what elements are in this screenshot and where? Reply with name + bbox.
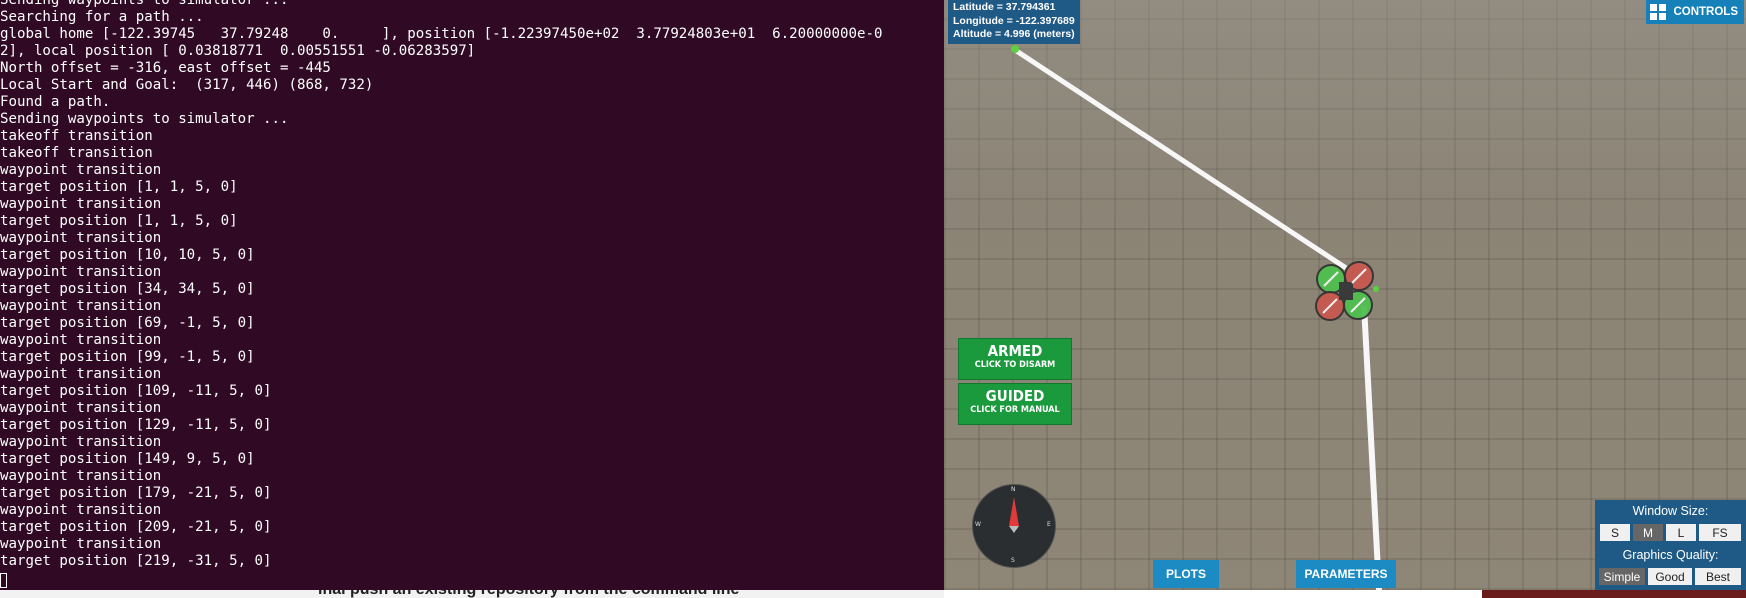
window-size-m[interactable]: M — [1633, 524, 1663, 541]
terminal-line: global home [-122.39745 37.79248 0. ], p… — [0, 26, 883, 42]
terminal-line: Found a path. — [0, 94, 111, 110]
window-size-title: Window Size: — [1632, 504, 1709, 518]
guided-button[interactable]: GUIDED CLICK FOR MANUAL — [958, 383, 1072, 425]
window-size-fs[interactable]: FS — [1699, 524, 1741, 541]
terminal-line: waypoint transition — [0, 434, 162, 450]
terminal-line: Searching for a path ... — [0, 9, 204, 25]
terminal-line: North offset = -316, east offset = -445 — [0, 60, 331, 76]
path-segment-1 — [1013, 47, 1348, 271]
terminal-line: waypoint transition — [0, 162, 162, 178]
armed-button[interactable]: ARMED CLICK TO DISARM — [958, 338, 1072, 380]
terminal-output: Sending waypoints to simulator ... Search… — [0, 0, 882, 570]
terminal-line: target position [34, 34, 5, 0] — [0, 281, 255, 297]
terminal-line: takeoff transition — [0, 128, 153, 144]
armed-title: ARMED — [987, 342, 1043, 360]
terminal-line: 2], local position [ 0.03818771 0.005515… — [0, 43, 476, 59]
background-window-strip: inal push an existing repository from th… — [0, 590, 944, 598]
terminal-line: waypoint transition — [0, 366, 162, 382]
terminal-line: waypoint transition — [0, 196, 162, 212]
terminal-line: target position [219, -31, 5, 0] — [0, 553, 272, 569]
terminal-line: target position [99, -1, 5, 0] — [0, 349, 255, 365]
guided-subtitle: CLICK FOR MANUAL — [970, 405, 1060, 415]
terminal-line: takeoff transition — [0, 145, 153, 161]
plots-button[interactable]: PLOTS — [1153, 560, 1219, 588]
terminal-line: waypoint transition — [0, 468, 162, 484]
terminal-line: target position [209, -21, 5, 0] — [0, 519, 272, 535]
parameters-button[interactable]: PARAMETERS — [1296, 560, 1396, 588]
terminal-window[interactable]: Sending waypoints to simulator ... Search… — [0, 0, 944, 590]
terminal-line: target position [129, -11, 5, 0] — [0, 417, 272, 433]
background-window-text: inal push an existing repository from th… — [318, 590, 739, 598]
window-size-s[interactable]: S — [1600, 524, 1630, 541]
terminal-line: waypoint transition — [0, 502, 162, 518]
compass-needle-icon — [1009, 497, 1019, 533]
controls-button[interactable]: CONTROLS — [1646, 0, 1744, 24]
telemetry-readout: Latitude = 37.794361 Longitude = -122.39… — [948, 0, 1080, 44]
terminal-line: waypoint transition — [0, 400, 162, 416]
terminal-line: waypoint transition — [0, 332, 162, 348]
compass-widget: N S E W — [972, 484, 1056, 568]
terminal-line: Local Start and Goal: (317, 446) (868, 7… — [0, 77, 374, 93]
terminal-line: waypoint transition — [0, 536, 162, 552]
background-window-edge — [1482, 590, 1746, 598]
guided-title: GUIDED — [985, 387, 1045, 405]
quality-simple[interactable]: Simple — [1599, 568, 1645, 585]
altitude-readout: Altitude = 4.996 (meters) — [953, 28, 1075, 40]
terminal-line: target position [1, 1, 5, 0] — [0, 179, 238, 195]
terminal-line: target position [1, 1, 5, 0] — [0, 213, 238, 229]
terminal-line: target position [69, -1, 5, 0] — [0, 315, 255, 331]
armed-subtitle: CLICK TO DISARM — [974, 360, 1056, 370]
terminal-cursor — [0, 573, 7, 588]
terminal-line: Sending waypoints to simulator ... — [0, 111, 289, 127]
controls-label: CONTROLS — [1673, 6, 1738, 18]
terminal-line: Sending waypoints to simulator ... — [0, 0, 289, 8]
longitude-readout: Longitude = -122.397689 — [953, 14, 1075, 27]
terminal-line: target position [109, -11, 5, 0] — [0, 383, 272, 399]
terminal-line: target position [149, 9, 5, 0] — [0, 451, 255, 467]
path-start-marker — [1011, 45, 1019, 53]
terminal-line: target position [10, 10, 5, 0] — [0, 247, 255, 263]
simulator-view[interactable]: Latitude = 37.794361 Longitude = -122.39… — [944, 0, 1746, 590]
controls-grid-icon — [1650, 4, 1668, 20]
graphics-quality-title: Graphics Quality: — [1622, 548, 1719, 562]
path-segment-2 — [1361, 304, 1382, 590]
drone-icon — [1315, 261, 1379, 321]
quality-good[interactable]: Good — [1648, 568, 1692, 585]
terminal-line: target position [179, -21, 5, 0] — [0, 485, 272, 501]
terminal-line: waypoint transition — [0, 230, 162, 246]
terminal-line: waypoint transition — [0, 264, 162, 280]
terminal-line: waypoint transition — [0, 298, 162, 314]
window-size-l[interactable]: L — [1666, 524, 1696, 541]
settings-panel: Window Size: S M L FS Graphics Quality: … — [1595, 500, 1746, 590]
quality-best[interactable]: Best — [1695, 568, 1741, 585]
latitude-readout: Latitude = 37.794361 — [953, 1, 1056, 13]
